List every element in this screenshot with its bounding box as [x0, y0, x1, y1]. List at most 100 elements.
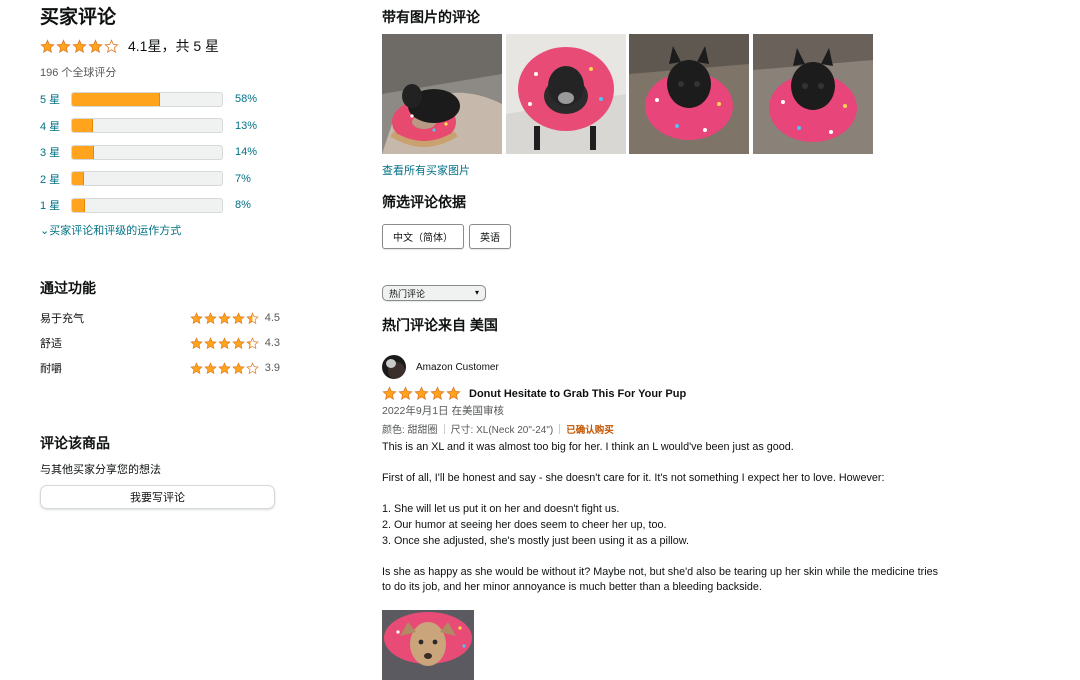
review-image-thumb[interactable]	[505, 34, 626, 154]
chevron-down-icon: ⌄	[40, 224, 50, 237]
review-image-gallery	[382, 34, 1062, 154]
star-icon	[189, 312, 203, 325]
histogram-fill	[72, 172, 84, 186]
write-review-title: 评论该商品	[40, 434, 110, 451]
review-title[interactable]: Donut Hesitate to Grab This For Your Pup	[469, 388, 686, 400]
review-title-row: Donut Hesitate to Grab This For Your Pup	[382, 386, 1062, 401]
how-ratings-work-label[interactable]: 买家评论和评级的运作方式	[49, 225, 181, 237]
feature-stars	[189, 362, 260, 375]
histogram-row-3[interactable]: 3 星 14%	[40, 142, 280, 162]
feature-value: 4.3	[264, 337, 280, 350]
star-icon	[72, 38, 87, 54]
star-icon	[398, 386, 413, 401]
review-image-thumb[interactable]	[752, 34, 873, 154]
review-attached-image[interactable]	[382, 609, 474, 680]
histogram-percent[interactable]: 13%	[235, 120, 275, 132]
review-body: This is an XL and it was almost too big …	[382, 440, 942, 596]
features-title: 通过功能	[40, 279, 96, 296]
write-review-button[interactable]: 我要写评论	[40, 484, 275, 509]
review-image-thumb[interactable]	[629, 34, 749, 154]
sort-select[interactable]: 热门评论 ▾	[382, 285, 486, 301]
feature-row: 易于充气 4.5	[40, 306, 280, 331]
overall-rating-text: 4.1星，共 5 星	[128, 38, 220, 54]
histogram-bar[interactable]	[71, 144, 223, 160]
star-icon	[217, 362, 231, 375]
star-icon	[231, 337, 245, 350]
histogram-bar[interactable]	[71, 197, 223, 213]
histogram-label[interactable]: 5 星	[40, 91, 71, 107]
histogram-percent[interactable]: 8%	[235, 199, 275, 211]
star-icon	[203, 362, 217, 375]
histogram-percent[interactable]: 14%	[235, 146, 275, 158]
star-icon	[245, 362, 259, 375]
histogram-row-1[interactable]: 1 星 8%	[40, 195, 280, 215]
review-date: 2022年9月1日 在美国审核	[382, 405, 504, 417]
star-icon	[203, 312, 217, 325]
histogram-bar[interactable]	[71, 171, 223, 187]
language-filters: 中文（简体） 英语	[382, 224, 1062, 249]
top-reviews-title: 热门评论来自 美国	[382, 317, 498, 333]
feature-name: 易于充气	[40, 313, 84, 326]
review-variant: 颜色: 甜甜圈 尺寸: XL(Neck 20"-24") 已确认购买	[382, 421, 1062, 436]
star-icon	[446, 386, 461, 401]
filter-title: 筛选评论依据	[382, 194, 466, 210]
chevron-down-icon: ▾	[474, 288, 479, 297]
review-paragraph: 1. She will let us put it on her and doe…	[382, 503, 689, 547]
histogram-row-4[interactable]: 4 星 13%	[40, 116, 280, 136]
histogram-row-2[interactable]: 2 星 7%	[40, 169, 280, 189]
feature-stars	[189, 312, 260, 325]
star-icon	[430, 386, 445, 401]
rating-histogram: 5 星 58% 4 星 13% 3 星 14% 2 星 7% 1 星 8%	[40, 89, 280, 215]
reviews-main: 带有图片的评论 查看所有买家图片 筛选评论依据 中文（简体） 英语 热门评论 ▾…	[382, 0, 1062, 680]
histogram-percent[interactable]: 7%	[235, 173, 275, 185]
star-icon	[231, 362, 245, 375]
star-icon	[88, 38, 103, 54]
review-image-thumb[interactable]	[382, 34, 502, 154]
language-filter-chinese[interactable]: 中文（简体）	[382, 224, 464, 249]
review-paragraph: This is an XL and it was almost too big …	[382, 441, 794, 453]
histogram-label[interactable]: 4 星	[40, 118, 71, 134]
histogram-fill	[72, 92, 160, 106]
star-icon	[104, 38, 119, 54]
divider	[443, 423, 445, 434]
write-review-subtitle: 与其他买家分享您的想法	[40, 463, 161, 476]
avatar[interactable]	[382, 355, 406, 379]
star-icon	[231, 312, 245, 325]
review-paragraph: Is she as happy as she would be without …	[382, 565, 939, 594]
variant-color: 颜色: 甜甜圈	[382, 425, 438, 436]
review-paragraph: First of all, I'll be honest and say - s…	[382, 472, 885, 485]
feature-stars	[189, 337, 260, 350]
review-author[interactable]: Amazon Customer	[382, 355, 1062, 379]
language-filter-english[interactable]: 英语	[469, 224, 511, 249]
star-icon	[414, 386, 429, 401]
verified-purchase-badge: 已确认购买	[566, 424, 614, 436]
reviewer-name[interactable]: Amazon Customer	[416, 362, 499, 373]
star-icon	[245, 312, 259, 325]
histogram-row-5[interactable]: 5 星 58%	[40, 89, 280, 109]
histogram-fill	[72, 198, 85, 212]
ratings-summary: 买家评论 4.1星，共 5 星 196 个全球评分 5 星 58% 4 星 13…	[40, 0, 280, 509]
star-icon	[56, 38, 71, 54]
review-stars[interactable]	[382, 386, 462, 401]
star-icon	[245, 337, 259, 350]
histogram-bar[interactable]	[71, 118, 223, 134]
feature-name: 耐嚼	[40, 363, 62, 376]
star-icon	[382, 386, 397, 401]
page-title: 买家评论	[40, 7, 117, 28]
see-all-images-link[interactable]: 查看所有买家图片	[382, 162, 1062, 178]
divider	[559, 423, 561, 434]
star-icon	[189, 337, 203, 350]
how-ratings-work-link[interactable]: ⌄买家评论和评级的运作方式	[40, 222, 280, 238]
histogram-label[interactable]: 3 星	[40, 144, 71, 160]
overall-rating: 4.1星，共 5 星	[40, 36, 280, 56]
star-icon	[203, 337, 217, 350]
image-reviews-title: 带有图片的评论	[382, 9, 480, 25]
histogram-bar[interactable]	[71, 91, 223, 107]
histogram-label[interactable]: 2 星	[40, 171, 71, 187]
histogram-percent[interactable]: 58%	[235, 93, 275, 105]
star-icon	[217, 337, 231, 350]
feature-row: 耐嚼 3.9	[40, 356, 280, 381]
histogram-label[interactable]: 1 星	[40, 197, 71, 213]
overall-stars	[40, 38, 120, 54]
feature-value: 3.9	[264, 362, 280, 375]
